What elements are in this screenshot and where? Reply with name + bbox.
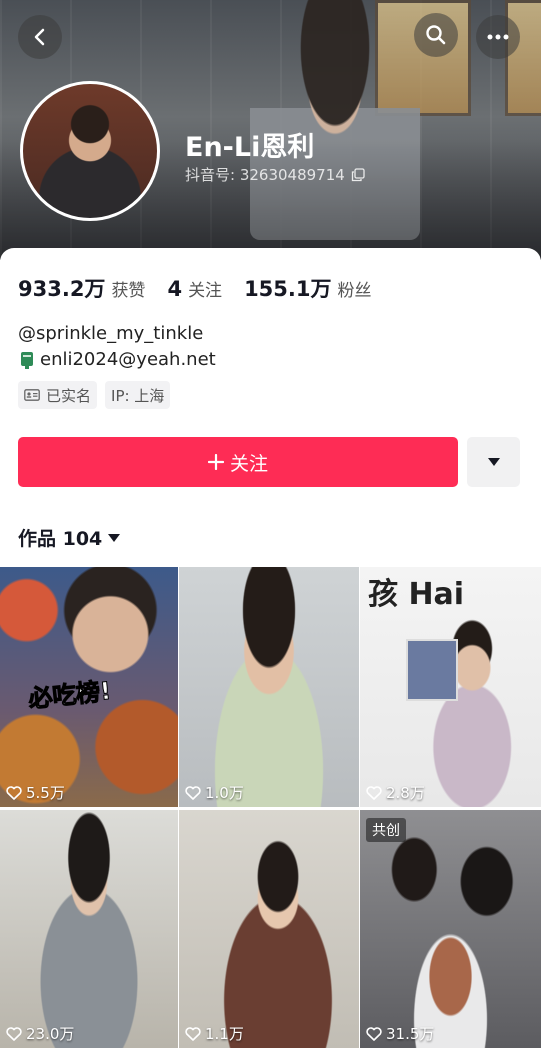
caret-down-icon [487, 458, 500, 466]
stat-label: 获赞 [111, 281, 146, 301]
cover-window [505, 0, 541, 116]
verified-tag-label: 已实名 [46, 386, 92, 405]
plus-icon [207, 454, 224, 470]
stat-following[interactable]: 4 关注 [167, 276, 222, 301]
caret-down-icon [108, 533, 121, 542]
follow-button[interactable]: 关注 [18, 437, 458, 487]
video-likes: 1.1万 [185, 1023, 244, 1044]
heart-icon [366, 785, 382, 800]
bio-email-text: enli2024@yeah.net [40, 349, 216, 370]
recommend-dropdown-button[interactable] [467, 437, 520, 487]
video-overlay-text: 孩 Hai [368, 577, 465, 612]
bio-email: enli2024@yeah.net [18, 349, 216, 370]
stat-number: 155.1万 [244, 277, 332, 301]
verified-tag: 已实名 [18, 381, 98, 409]
back-button[interactable] [18, 15, 62, 59]
avatar[interactable] [20, 81, 160, 221]
heart-icon [6, 1026, 22, 1041]
video-thumbnail[interactable]: 孩 Hai 2.8万 [360, 567, 541, 807]
video-likes: 31.5万 [366, 1023, 434, 1044]
stat-followers[interactable]: 155.1万 粉丝 [244, 273, 371, 303]
video-thumbnail[interactable]: 共创 31.5万 [360, 810, 541, 1048]
video-likes-count: 1.0万 [205, 784, 244, 802]
works-tab[interactable]: 作品 104 [18, 524, 121, 551]
more-button[interactable] [476, 15, 520, 59]
ip-tag-label: IP: 上海 [111, 386, 165, 405]
video-thumbnail[interactable]: 23.0万 [0, 810, 178, 1048]
stat-label: 粉丝 [337, 281, 372, 301]
video-likes-count: 5.5万 [26, 784, 65, 802]
more-icon [487, 34, 509, 40]
follow-button-label: 关注 [229, 452, 268, 475]
heart-icon [6, 785, 22, 800]
bio-handle: @sprinkle_my_tinkle [18, 323, 204, 344]
search-button[interactable] [414, 13, 458, 57]
heart-icon [185, 1026, 201, 1041]
video-likes: 5.5万 [6, 782, 65, 803]
video-likes-count: 2.8万 [386, 784, 425, 802]
video-thumbnail[interactable]: 1.1万 [179, 810, 359, 1048]
stat-number: 4 [167, 277, 183, 301]
profile-tags: 已实名 IP: 上海 [18, 381, 171, 409]
video-likes: 2.8万 [366, 782, 425, 803]
video-grid: 必吃榜! 5.5万 1.0万 孩 Hai 2.8万 23.0万 1.1万 共创 [0, 567, 541, 1048]
mailbox-icon [21, 351, 33, 369]
douyin-id-text: 抖音号: 32630489714 [185, 166, 345, 184]
ip-tag: IP: 上海 [105, 381, 171, 409]
stat-likes[interactable]: 933.2万 获赞 [18, 273, 145, 303]
copy-icon[interactable] [351, 167, 365, 182]
back-icon [34, 28, 45, 46]
stat-label: 关注 [188, 281, 223, 301]
video-likes: 1.0万 [185, 782, 244, 803]
video-overlay-text: 必吃榜! [27, 676, 113, 714]
video-thumbnail[interactable]: 必吃榜! 5.5万 [0, 567, 178, 807]
profile-name: En-Li恩利 [185, 132, 315, 163]
douyin-id[interactable]: 抖音号: 32630489714 [185, 164, 365, 185]
video-likes: 23.0万 [6, 1023, 74, 1044]
video-thumbnail[interactable]: 1.0万 [179, 567, 359, 807]
poster-image [406, 639, 458, 701]
works-tab-label: 作品 104 [18, 528, 103, 550]
heart-icon [185, 785, 201, 800]
co-creation-badge: 共创 [366, 818, 406, 842]
video-likes-count: 23.0万 [26, 1025, 75, 1043]
stats-row: 933.2万 获赞 4 关注 155.1万 粉丝 [18, 273, 372, 303]
search-icon [426, 25, 446, 45]
video-likes-count: 1.1万 [205, 1025, 244, 1043]
stat-number: 933.2万 [18, 277, 106, 301]
id-card-icon [24, 389, 40, 401]
video-likes-count: 31.5万 [386, 1025, 435, 1043]
heart-icon [366, 1026, 382, 1041]
